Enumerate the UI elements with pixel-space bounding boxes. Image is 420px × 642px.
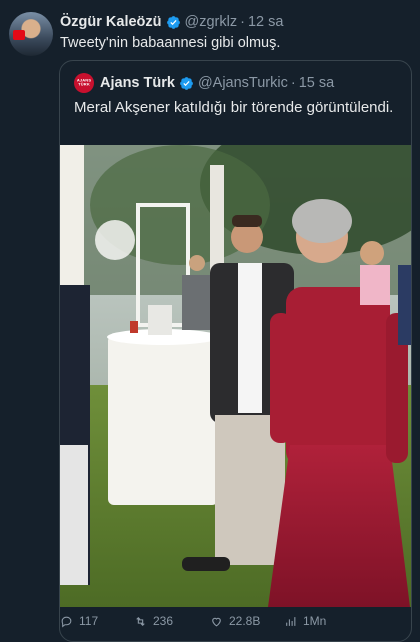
author-avatar[interactable] xyxy=(9,12,53,56)
reply-count: 117 xyxy=(79,614,99,628)
views-icon xyxy=(286,616,296,626)
tweet-actions: 117 236 22.8B 1Mn xyxy=(0,614,420,628)
tweet-text: Tweety'nin babaannesi gibi olmuş. xyxy=(60,35,281,51)
quoted-text: Meral Akşener katıldığı bir törende görü… xyxy=(74,99,394,116)
views-button[interactable]: 1Mn xyxy=(284,614,326,628)
retweet-button[interactable]: 236 xyxy=(134,614,173,628)
verified-badge-icon xyxy=(180,76,193,90)
like-count: 22.8B xyxy=(229,614,261,628)
views-count: 1Mn xyxy=(303,614,327,628)
flag-pin-icon xyxy=(13,30,25,40)
wedding-photo xyxy=(60,145,411,607)
retweet-icon xyxy=(136,616,145,626)
quoted-time[interactable]: 15 sa xyxy=(299,75,334,91)
reply-icon xyxy=(61,616,72,627)
quoted-avatar-text: AJANS TÜRK xyxy=(76,78,92,87)
verified-badge-icon xyxy=(166,15,180,29)
quoted-name[interactable]: Ajans Türk xyxy=(100,75,175,91)
tweet-header: Özgür Kaleözü @zgrklz · 12 sa xyxy=(60,13,283,31)
quoted-header: Ajans Türk @AjansTurkic · 15 sa xyxy=(100,74,334,92)
quoted-tweet[interactable]: AJANS TÜRK Ajans Türk @AjansTurkic · 15 … xyxy=(59,60,412,642)
like-icon xyxy=(212,617,221,626)
reply-button[interactable]: 117 xyxy=(60,614,98,628)
tweet-time[interactable]: 12 sa xyxy=(248,14,283,30)
separator-dot: · xyxy=(290,75,296,91)
author-handle[interactable]: @zgrklz xyxy=(185,14,238,30)
quoted-avatar[interactable]: AJANS TÜRK xyxy=(74,73,94,93)
separator-dot: · xyxy=(240,14,245,30)
quoted-handle[interactable]: @AjansTurkic xyxy=(198,75,288,91)
quoted-photo[interactable] xyxy=(60,145,411,607)
retweet-count: 236 xyxy=(153,614,174,628)
author-name[interactable]: Özgür Kaleözü xyxy=(60,14,162,30)
like-button[interactable]: 22.8B xyxy=(210,614,260,628)
tweet[interactable]: Özgür Kaleözü @zgrklz · 12 sa Tweety'nin… xyxy=(0,0,420,642)
